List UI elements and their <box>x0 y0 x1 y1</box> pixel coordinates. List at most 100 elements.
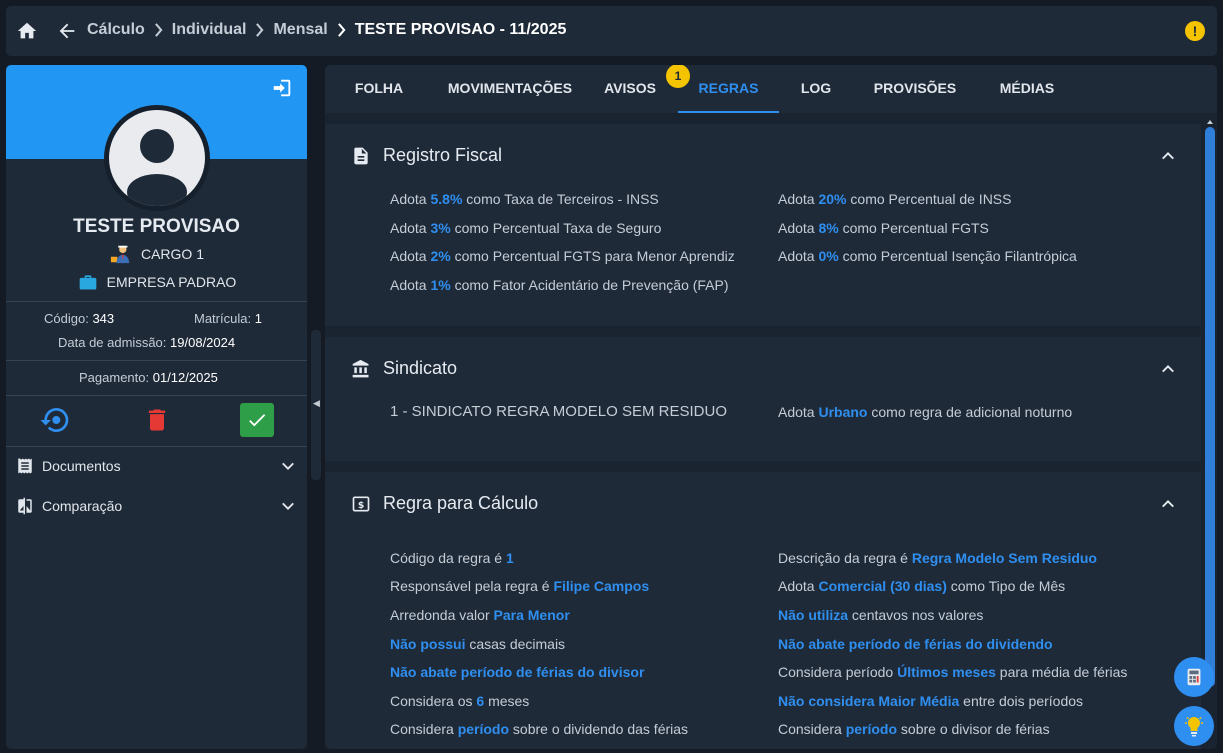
calculo-rule: Descrição da regra é Regra Modelo Sem Re… <box>778 550 1097 566</box>
calculo-rule: Considera período sobre o divisor de fér… <box>778 721 1050 737</box>
tab-movimentacoes[interactable]: MOVIMENTAÇÕES <box>430 65 590 113</box>
breadcrumb: Cálculo Individual Mensal TESTE PROVISAO… <box>87 21 566 39</box>
menu-item-documentos[interactable]: Documentos <box>16 453 297 479</box>
menu-item-comparacao[interactable]: Comparação <box>16 493 297 519</box>
fiscal-rule: Adota 0% como Percentual Isenção Filantr… <box>778 248 1077 264</box>
money-icon: $ <box>352 496 370 512</box>
divider <box>6 395 307 396</box>
calculo-rule: Não possui casas decimais <box>390 636 566 652</box>
admissao-row: Data de admissão: 19/08/2024 <box>58 335 235 350</box>
sindicato-rule: Adota Urbano como regra de adicional not… <box>778 404 1073 420</box>
chevron-up-icon[interactable] <box>1161 149 1175 163</box>
employee-panel: TESTE PROVISAO CARGO 1 EMPRESA PADRAO Có… <box>6 65 307 749</box>
briefcase-icon <box>79 275 96 290</box>
chevron-right-icon <box>154 23 163 37</box>
matricula-row: Matrícula: 1 <box>194 311 262 326</box>
tab-avisos[interactable]: AVISOS <box>595 65 665 113</box>
chevron-up-icon[interactable] <box>1161 362 1175 376</box>
compare-icon <box>18 497 32 515</box>
menu-label-comparacao: Comparação <box>42 498 123 514</box>
arrow-back-icon[interactable] <box>56 20 78 42</box>
fiscal-rule: Adota 1% como Fator Acidentário de Preve… <box>390 277 729 293</box>
action-bar <box>6 403 307 443</box>
worker-icon <box>110 245 130 264</box>
calculo-rule: Arredonda valor Para Menor <box>390 607 570 623</box>
fiscal-rule: Adota 3% como Percentual Taxa de Seguro <box>390 220 662 236</box>
scroll-up-arrow-icon[interactable] <box>1207 119 1213 125</box>
section-title-sindicato: Sindicato <box>383 358 458 378</box>
tab-regras[interactable]: REGRAS <box>678 65 779 113</box>
section-sindicato: Sindicato 1 - SINDICATO REGRA MODELO SEM… <box>325 337 1201 461</box>
admissao-label: Data de admissão: <box>58 335 167 350</box>
breadcrumb-item-calculo[interactable]: Cálculo <box>87 21 145 39</box>
pagamento-label: Pagamento: <box>79 370 150 385</box>
pagamento-row: Pagamento: 01/12/2025 <box>79 370 218 385</box>
cargo-label: CARGO 1 <box>140 246 204 262</box>
panel-splitter[interactable]: ◀ <box>311 330 321 480</box>
svg-text:$: $ <box>358 500 364 511</box>
calculo-rule: Responsável pela regra é Filipe Campos <box>390 578 650 594</box>
employee-empresa: EMPRESA PADRAO <box>6 272 307 292</box>
divider <box>6 446 307 447</box>
tab-bar: FOLHA MOVIMENTAÇÕES AVISOS REGRAS LOG PR… <box>325 65 1217 113</box>
codigo-row: Código: 343 <box>44 311 114 326</box>
home-icon[interactable] <box>16 20 38 42</box>
breadcrumb-current: TESTE PROVISAO - 11/2025 <box>354 21 567 38</box>
sindicato-name: 1 - SINDICATO REGRA MODELO SEM RESIDUO <box>390 403 728 420</box>
alert-icon[interactable]: ! <box>1185 21 1205 41</box>
history-icon <box>40 408 69 432</box>
exit-icon[interactable] <box>271 77 293 99</box>
delete-button[interactable] <box>140 403 174 437</box>
divider <box>6 360 307 361</box>
menu-label-documentos: Documentos <box>42 458 121 474</box>
calculo-rule: Considera período sobre o dividendo das … <box>390 721 689 737</box>
breadcrumb-item-individual[interactable]: Individual <box>172 21 247 39</box>
calculo-rule: Não utiliza centavos nos valores <box>778 607 984 623</box>
check-icon <box>249 414 266 427</box>
tab-provisoes[interactable]: PROVISÕES <box>865 65 965 113</box>
avisos-badge: 1 <box>666 65 690 88</box>
calculo-rule: Considera os 6 meses <box>390 693 530 709</box>
tab-medias[interactable]: MÉDIAS <box>987 65 1067 113</box>
user-silhouette-icon <box>127 129 187 206</box>
top-bar: Cálculo Individual Mensal TESTE PROVISAO… <box>6 6 1217 56</box>
tab-folha[interactable]: FOLHA <box>339 65 419 113</box>
employee-cargo: CARGO 1 <box>6 243 307 265</box>
breadcrumb-item-mensal[interactable]: Mensal <box>273 21 327 39</box>
divider <box>6 301 307 302</box>
calculo-rule: Adota Comercial (30 dias) como Tipo de M… <box>778 578 1066 594</box>
chevron-down-icon[interactable] <box>281 499 295 513</box>
recalculate-button[interactable] <box>38 403 72 437</box>
calculo-rule: Não abate período de férias do dividendo <box>778 636 1053 652</box>
confirm-button[interactable] <box>240 403 274 437</box>
tips-fab[interactable] <box>1174 706 1214 746</box>
codigo-label: Código: <box>44 311 89 326</box>
chevron-up-icon[interactable] <box>1161 497 1175 511</box>
chevron-right-icon <box>256 23 264 37</box>
calculo-rule: Considera período Últimos meses para méd… <box>778 664 1128 680</box>
section-registro-fiscal: Registro Fiscal Adota 5.8% como Taxa de … <box>325 124 1201 326</box>
codigo-value: 343 <box>92 311 115 326</box>
tab-log[interactable]: LOG <box>791 65 841 113</box>
chevron-right-icon <box>337 23 346 37</box>
section-title-registro-fiscal: Registro Fiscal <box>383 145 503 165</box>
section-regra-calculo: $ Regra para Cálculo Código da regra é 1… <box>325 472 1201 749</box>
admissao-value: 19/08/2024 <box>170 335 236 350</box>
fiscal-rule: Adota 8% como Percentual FGTS <box>778 220 989 236</box>
section-title-regra-calculo: Regra para Cálculo <box>383 493 539 513</box>
lightbulb-icon <box>1185 716 1203 737</box>
pagamento-value: 01/12/2025 <box>152 370 218 385</box>
chevron-down-icon[interactable] <box>281 459 295 473</box>
trash-icon <box>148 409 166 431</box>
scrollbar[interactable] <box>1205 127 1215 687</box>
calculo-rule: Não abate período de férias do divisor <box>390 664 645 680</box>
calculator-icon <box>1187 668 1201 686</box>
calculo-rule: Código da regra é 1 <box>390 550 514 566</box>
bank-icon <box>352 359 369 378</box>
fiscal-rule: Adota 20% como Percentual de INSS <box>778 191 1012 207</box>
calculator-fab[interactable] <box>1174 657 1214 697</box>
calculo-rule: Não considera Maior Média entre dois per… <box>778 693 1084 709</box>
fiscal-rule: Adota 5.8% como Taxa de Terceiros - INSS <box>390 191 659 207</box>
employee-name: TESTE PROVISAO <box>73 216 240 237</box>
avatar <box>109 110 205 206</box>
